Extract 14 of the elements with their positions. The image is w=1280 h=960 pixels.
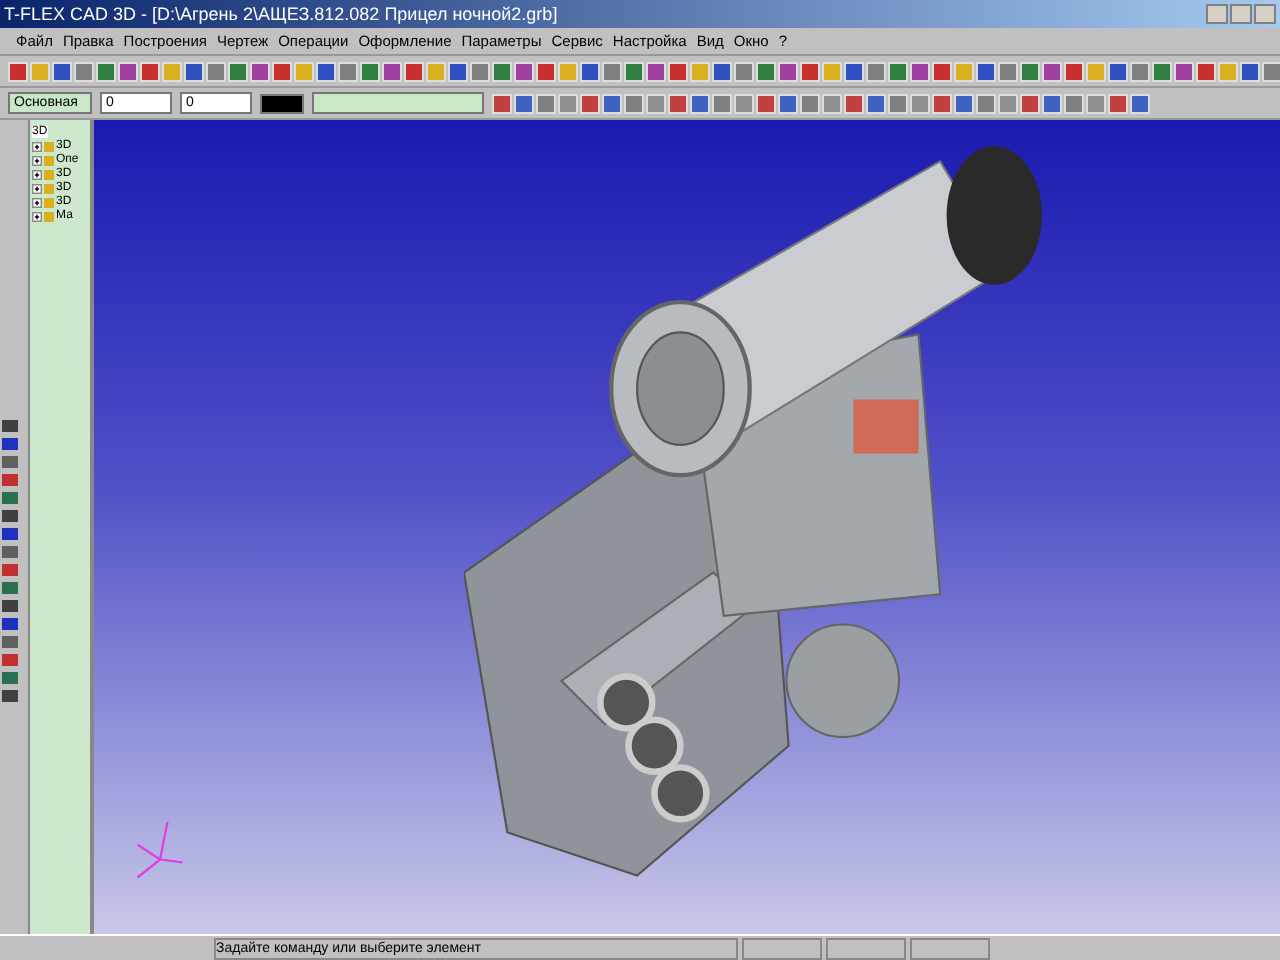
status-cell xyxy=(742,937,822,959)
status-cell xyxy=(910,937,990,959)
expand-icon[interactable] xyxy=(32,183,42,193)
expand-icon[interactable] xyxy=(32,155,42,165)
color-picker[interactable] xyxy=(260,93,304,113)
window-title: T-FLEX CAD 3D - [D:\Агрень 2\АЩЕЗ.812.082 Прицел ночной2.grb] xyxy=(4,4,560,24)
expand-icon[interactable] xyxy=(32,169,42,179)
expand-icon[interactable] xyxy=(32,141,42,151)
close-button[interactable] xyxy=(1254,4,1276,24)
minimize-button[interactable] xyxy=(1206,4,1228,24)
maximize-button[interactable] xyxy=(1230,4,1252,24)
status-cell xyxy=(826,937,906,959)
expand-icon[interactable] xyxy=(32,197,42,207)
expand-icon[interactable] xyxy=(32,211,42,221)
